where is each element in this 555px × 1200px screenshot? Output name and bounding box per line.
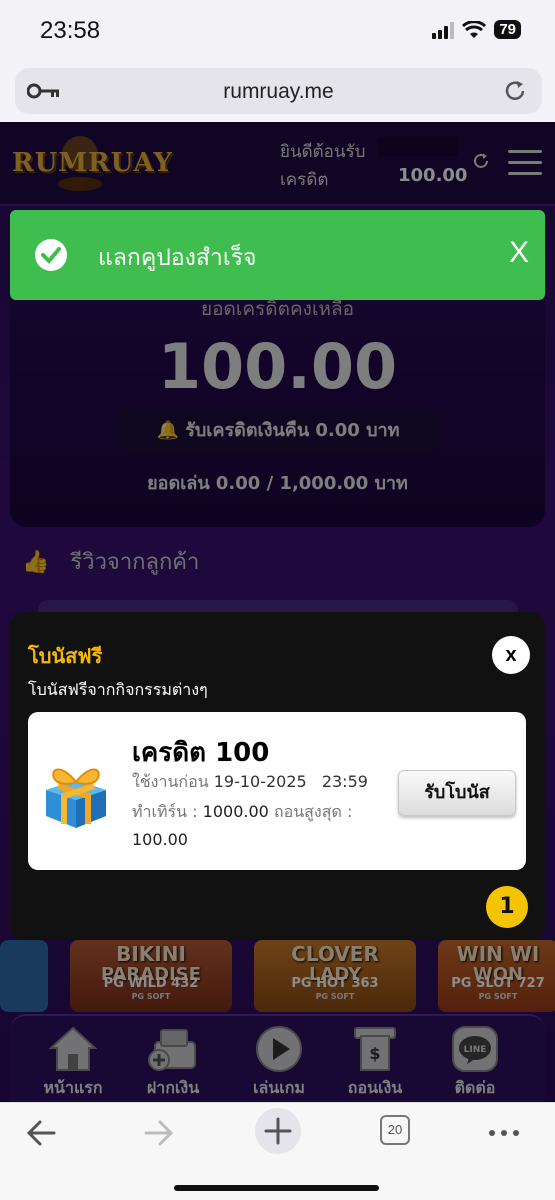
- claim-bonus-button[interactable]: รับโบนัส: [398, 770, 516, 816]
- modal-title: โบนัสฟรี: [28, 644, 103, 668]
- toast-message: แลกคูปองสำเร็จ: [98, 245, 257, 271]
- toast-close-button[interactable]: X: [509, 236, 529, 270]
- browser-bottom-bar: 20: [0, 1102, 555, 1200]
- free-bonus-modal: โบนัสฟรี โบนัสฟรีจากกิจกรรมต่างๆ x เครดิ…: [10, 612, 545, 940]
- max-withdraw-label: ถอนสูงสุด :: [273, 802, 353, 821]
- bonus-count-badge: 1: [486, 886, 528, 928]
- modal-close-button[interactable]: x: [492, 636, 530, 674]
- expiry-label: ใช้งานก่อน: [132, 772, 209, 791]
- battery-icon: 79: [494, 20, 521, 39]
- address-bar[interactable]: rumruay.me: [15, 68, 542, 114]
- expiry-date: 19-10-2025: [213, 772, 307, 791]
- bonus-expiry: ใช้งานก่อน 19-10-2025 23:59: [132, 770, 368, 795]
- turnover-value: 1000.00: [202, 802, 269, 821]
- gift-icon: [46, 768, 106, 828]
- bonus-name: เครดิต 100: [132, 738, 270, 768]
- back-arrow-icon[interactable]: [24, 1113, 58, 1153]
- home-indicator: [174, 1185, 379, 1191]
- status-bar: 23:58 79: [0, 0, 555, 62]
- browser-toolbar: rumruay.me: [0, 62, 555, 122]
- expiry-time: 23:59: [321, 772, 368, 791]
- forward-arrow-icon[interactable]: [142, 1113, 176, 1153]
- check-circle-icon: [35, 239, 67, 271]
- new-tab-icon[interactable]: [254, 1107, 302, 1155]
- max-withdraw-value: 100.00: [132, 830, 188, 849]
- bonus-card: เครดิต 100 ใช้งานก่อน 19-10-2025 23:59 ท…: [28, 712, 526, 870]
- wifi-icon: [462, 20, 487, 38]
- turnover-label: ทำเทิร์น :: [132, 802, 198, 821]
- url-text[interactable]: rumruay.me: [15, 80, 542, 104]
- tabs-button[interactable]: 20: [380, 1115, 410, 1145]
- modal-subtitle: โบนัสฟรีจากกิจกรรมต่างๆ: [28, 680, 208, 699]
- bonus-turnover: ทำเทิร์น : 1000.00 ถอนสูงสุด :: [132, 800, 352, 825]
- reload-icon[interactable]: [502, 78, 528, 104]
- status-time: 23:58: [40, 17, 101, 44]
- signal-icon: [432, 21, 455, 39]
- status-icons: 79: [432, 20, 521, 39]
- more-icon[interactable]: [486, 1113, 522, 1153]
- success-toast: แลกคูปองสำเร็จ X: [10, 210, 545, 300]
